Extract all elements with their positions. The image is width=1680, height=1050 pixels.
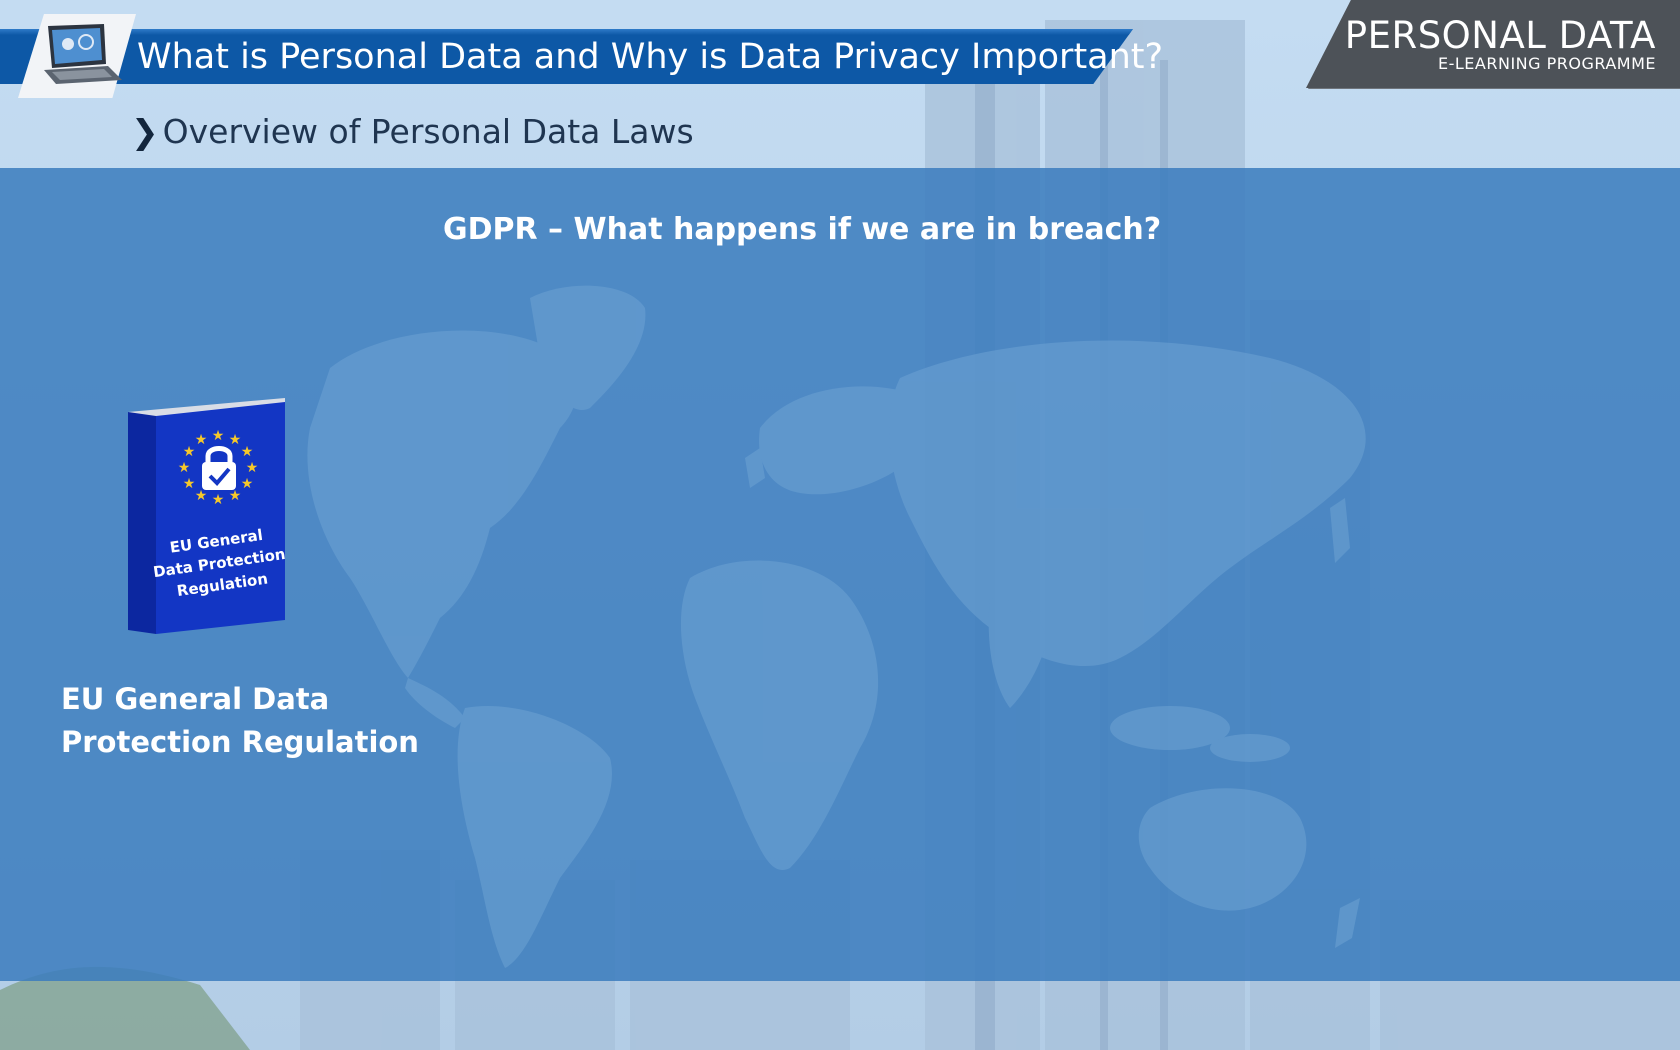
brand-badge: PERSONAL DATA E-LEARNING PROGRAMME <box>1306 0 1680 88</box>
laptop-icon <box>44 24 122 84</box>
svg-text:★: ★ <box>178 460 191 476</box>
section-subtitle-text: Overview of Personal Data Laws <box>162 112 694 151</box>
svg-text:★: ★ <box>246 460 259 476</box>
content-panel: GDPR – What happens if we are in breach?… <box>0 168 1680 981</box>
svg-text:★: ★ <box>195 488 208 504</box>
gdpr-book-image: ★ ★ ★ ★ ★ ★ ★ ★ ★ ★ ★ ★ EU General Data … <box>128 398 287 634</box>
svg-text:★: ★ <box>195 432 208 448</box>
section-subtitle: ❯ Overview of Personal Data Laws <box>131 108 694 156</box>
svg-text:★: ★ <box>241 444 254 460</box>
svg-text:★: ★ <box>229 432 242 448</box>
book-caption-line-1: EU General Data <box>61 682 330 716</box>
world-map <box>307 285 1366 968</box>
chevron-right-icon: ❯ <box>131 112 159 151</box>
book-caption-line-2: Protection Regulation <box>61 725 419 759</box>
section-heading: GDPR – What happens if we are in breach? <box>443 212 1162 247</box>
svg-text:★: ★ <box>241 476 254 492</box>
svg-text:★: ★ <box>183 444 196 460</box>
svg-text:★: ★ <box>229 488 242 504</box>
page-title: What is Personal Data and Why is Data Pr… <box>137 37 1164 77</box>
book-caption: EU General Data Protection Regulation <box>61 678 441 764</box>
brand-title: PERSONAL DATA <box>1344 14 1656 57</box>
svg-text:★: ★ <box>183 476 196 492</box>
brand-subtitle: E-LEARNING PROGRAMME <box>1438 54 1656 73</box>
svg-text:★: ★ <box>212 492 225 508</box>
svg-text:★: ★ <box>212 428 225 444</box>
